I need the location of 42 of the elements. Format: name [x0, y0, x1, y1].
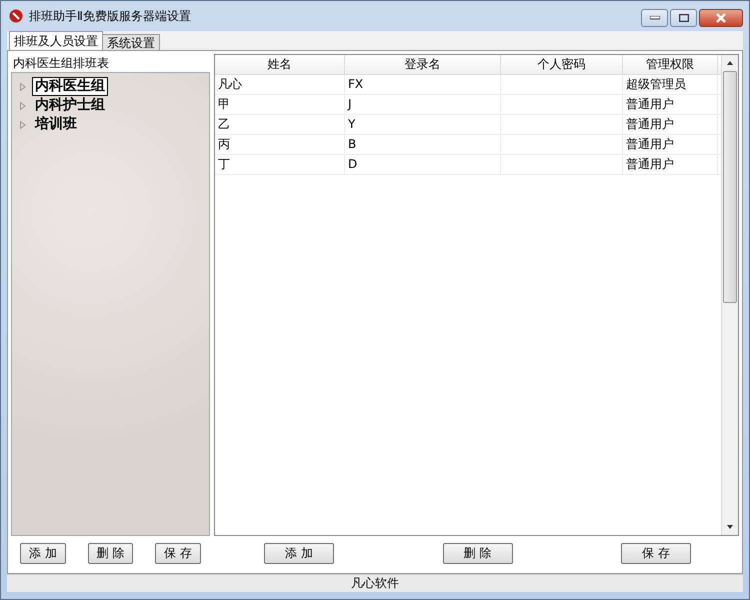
tree-item[interactable]: 培训班	[32, 115, 80, 134]
table-cell: 丁	[215, 155, 345, 174]
column-header[interactable]: 个人密码	[501, 55, 623, 74]
table-cell: 普通用户	[623, 155, 718, 174]
add-button[interactable]: 添 加	[264, 542, 334, 564]
minimize-icon	[650, 16, 660, 20]
column-header[interactable]: 登录名	[345, 55, 501, 74]
table-cell: 甲	[215, 95, 345, 114]
tab[interactable]: 排班及人员设置	[9, 31, 103, 50]
window-title: 排班助手Ⅱ免费版服务器端设置	[29, 8, 191, 24]
close-button[interactable]	[699, 9, 743, 27]
tree-item[interactable]: 内科护士组	[32, 96, 108, 115]
table-cell: 普通用户	[623, 135, 718, 154]
app-logo-icon	[9, 9, 23, 23]
save-button[interactable]: 保 存	[155, 542, 201, 564]
column-header[interactable]: 姓名	[215, 55, 345, 74]
table-cell: 丙	[215, 135, 345, 154]
column-header[interactable]: 管理权限	[623, 55, 718, 74]
table-cell: Y	[345, 115, 501, 134]
table-cell: 普通用户	[623, 115, 718, 134]
delete-button[interactable]: 删 除	[442, 542, 512, 564]
table-cell: D	[345, 155, 501, 174]
panel-title: 内科医生组排班表	[12, 55, 110, 72]
table-cell: FX	[345, 75, 501, 94]
table-cell: 凡心	[215, 75, 345, 94]
save-button[interactable]: 保 存	[621, 542, 691, 564]
table-cell: 超级管理员	[623, 75, 718, 94]
maximize-icon	[678, 14, 688, 22]
table-cell: J	[345, 95, 501, 114]
scroll-thumb[interactable]	[723, 71, 737, 303]
minimize-button[interactable]	[641, 9, 668, 27]
delete-button[interactable]: 删 除	[88, 542, 134, 564]
close-icon	[715, 13, 727, 23]
status-text: 凡心软件	[351, 576, 399, 590]
table-cell: B	[345, 135, 501, 154]
table-cell: 乙	[215, 115, 345, 134]
scrollbar[interactable]	[721, 55, 738, 535]
tab[interactable]: 系统设置	[102, 34, 160, 50]
add-button[interactable]: 添 加	[20, 542, 66, 564]
maximize-button[interactable]	[670, 9, 697, 27]
table-cell: 普通用户	[623, 95, 718, 114]
tree-item[interactable]: 内科医生组	[32, 77, 108, 96]
